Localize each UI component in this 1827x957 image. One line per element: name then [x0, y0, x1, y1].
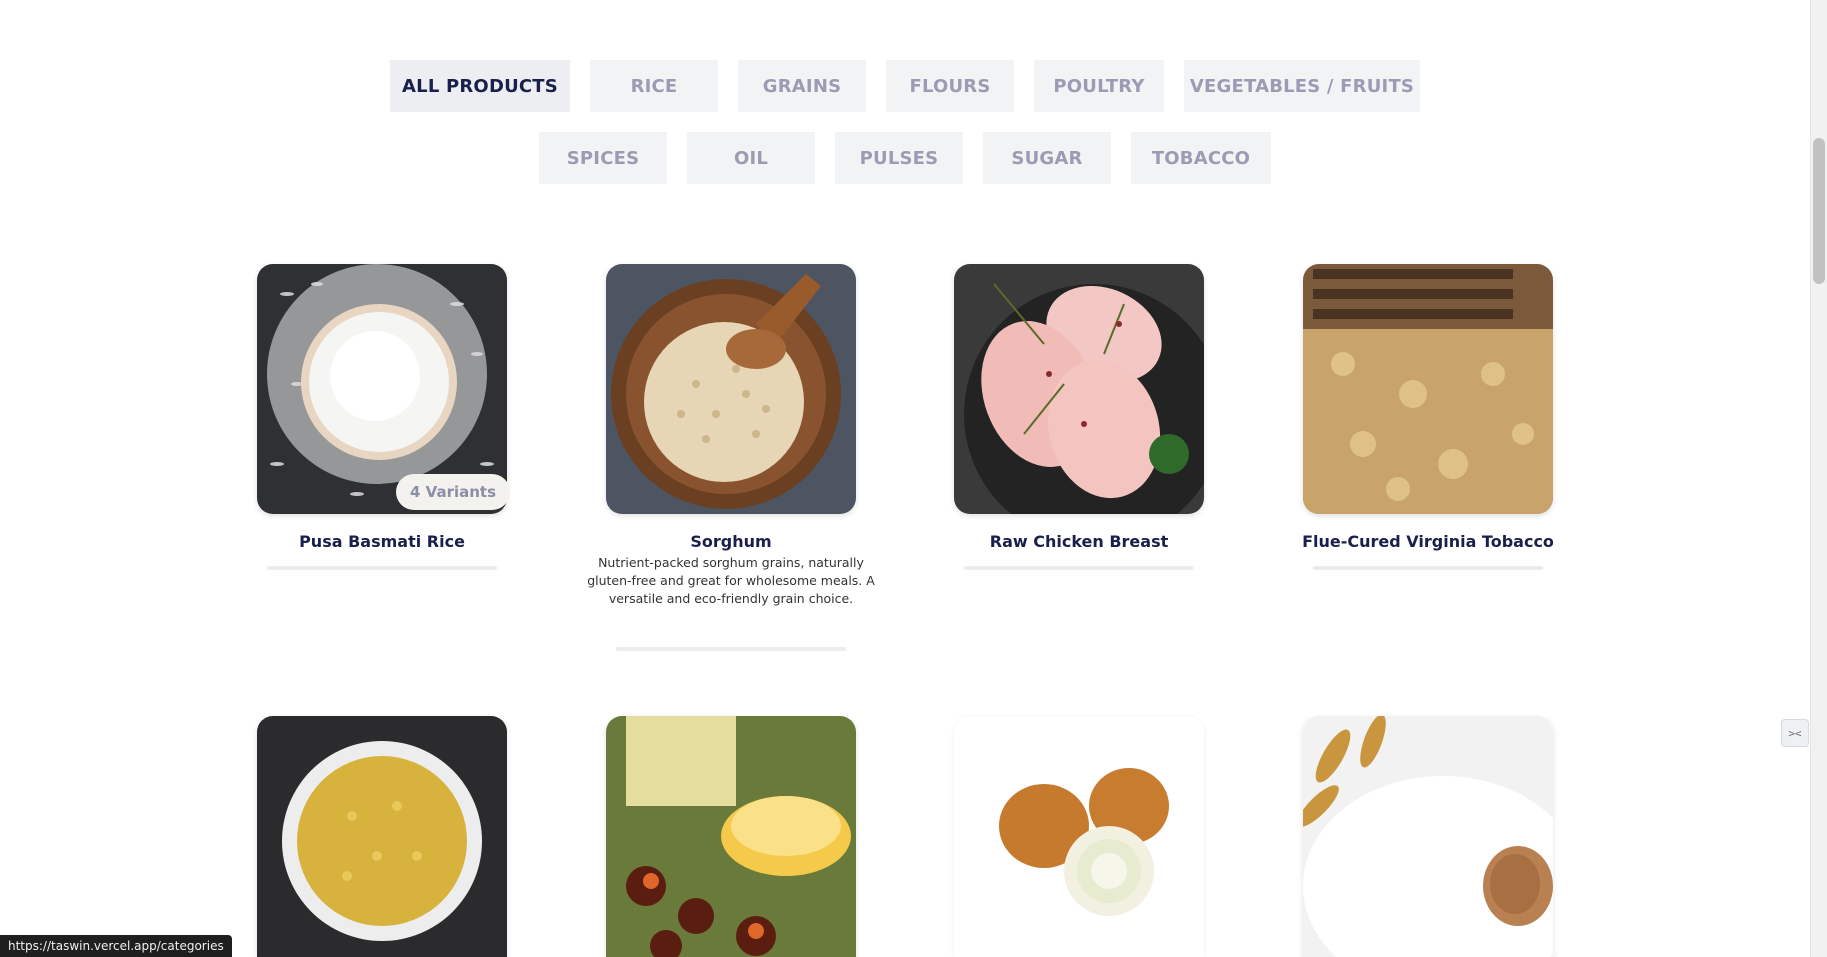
- product-image-flour[interactable]: [1303, 716, 1553, 957]
- product-image-millet[interactable]: [257, 716, 507, 957]
- product-title[interactable]: Pusa Basmati Rice: [207, 532, 557, 551]
- product-image-chicken[interactable]: [954, 264, 1204, 514]
- filter-tab-sugar[interactable]: SUGAR: [983, 132, 1111, 184]
- product-description: Nutrient-packed sorghum grains, naturall…: [587, 555, 875, 606]
- chat-widget-icon[interactable]: ><: [1781, 719, 1809, 747]
- card-underline: [1313, 566, 1543, 570]
- filter-tab-vegetables-fruits[interactable]: VEGETABLES / FRUITS: [1184, 60, 1420, 112]
- product-title[interactable]: Raw Chicken Breast: [904, 532, 1254, 551]
- product-title[interactable]: Flue-Cured Virginia Tobacco: [1253, 532, 1603, 551]
- status-bar-url: https://taswin.vercel.app/categories: [0, 935, 232, 957]
- filter-tab-grains[interactable]: GRAINS: [738, 60, 866, 112]
- filter-tab-rice[interactable]: RICE: [590, 60, 718, 112]
- card-underline: [616, 647, 846, 651]
- scrollbar-thumb[interactable]: [1813, 138, 1825, 284]
- filter-tab-tobacco[interactable]: TOBACCO: [1131, 132, 1271, 184]
- product-title[interactable]: Sorghum: [556, 532, 906, 551]
- filter-tab-poultry[interactable]: POULTRY: [1034, 60, 1164, 112]
- filter-tab-flours[interactable]: FLOURS: [886, 60, 1014, 112]
- filter-tab-pulses[interactable]: PULSES: [835, 132, 963, 184]
- product-image-sorghum[interactable]: [606, 264, 856, 514]
- filter-tab-oil[interactable]: OIL: [687, 132, 815, 184]
- page-scrollbar[interactable]: [1810, 0, 1827, 957]
- variants-badge: 4 Variants: [396, 474, 511, 510]
- card-underline: [964, 566, 1194, 570]
- card-underline: [267, 566, 497, 570]
- product-image-palm-oil[interactable]: [606, 716, 856, 957]
- filter-tab-spices[interactable]: SPICES: [539, 132, 667, 184]
- product-image-onion[interactable]: [954, 716, 1204, 957]
- filter-tab-all-products[interactable]: ALL PRODUCTS: [390, 60, 570, 112]
- product-image-tobacco[interactable]: [1303, 264, 1553, 514]
